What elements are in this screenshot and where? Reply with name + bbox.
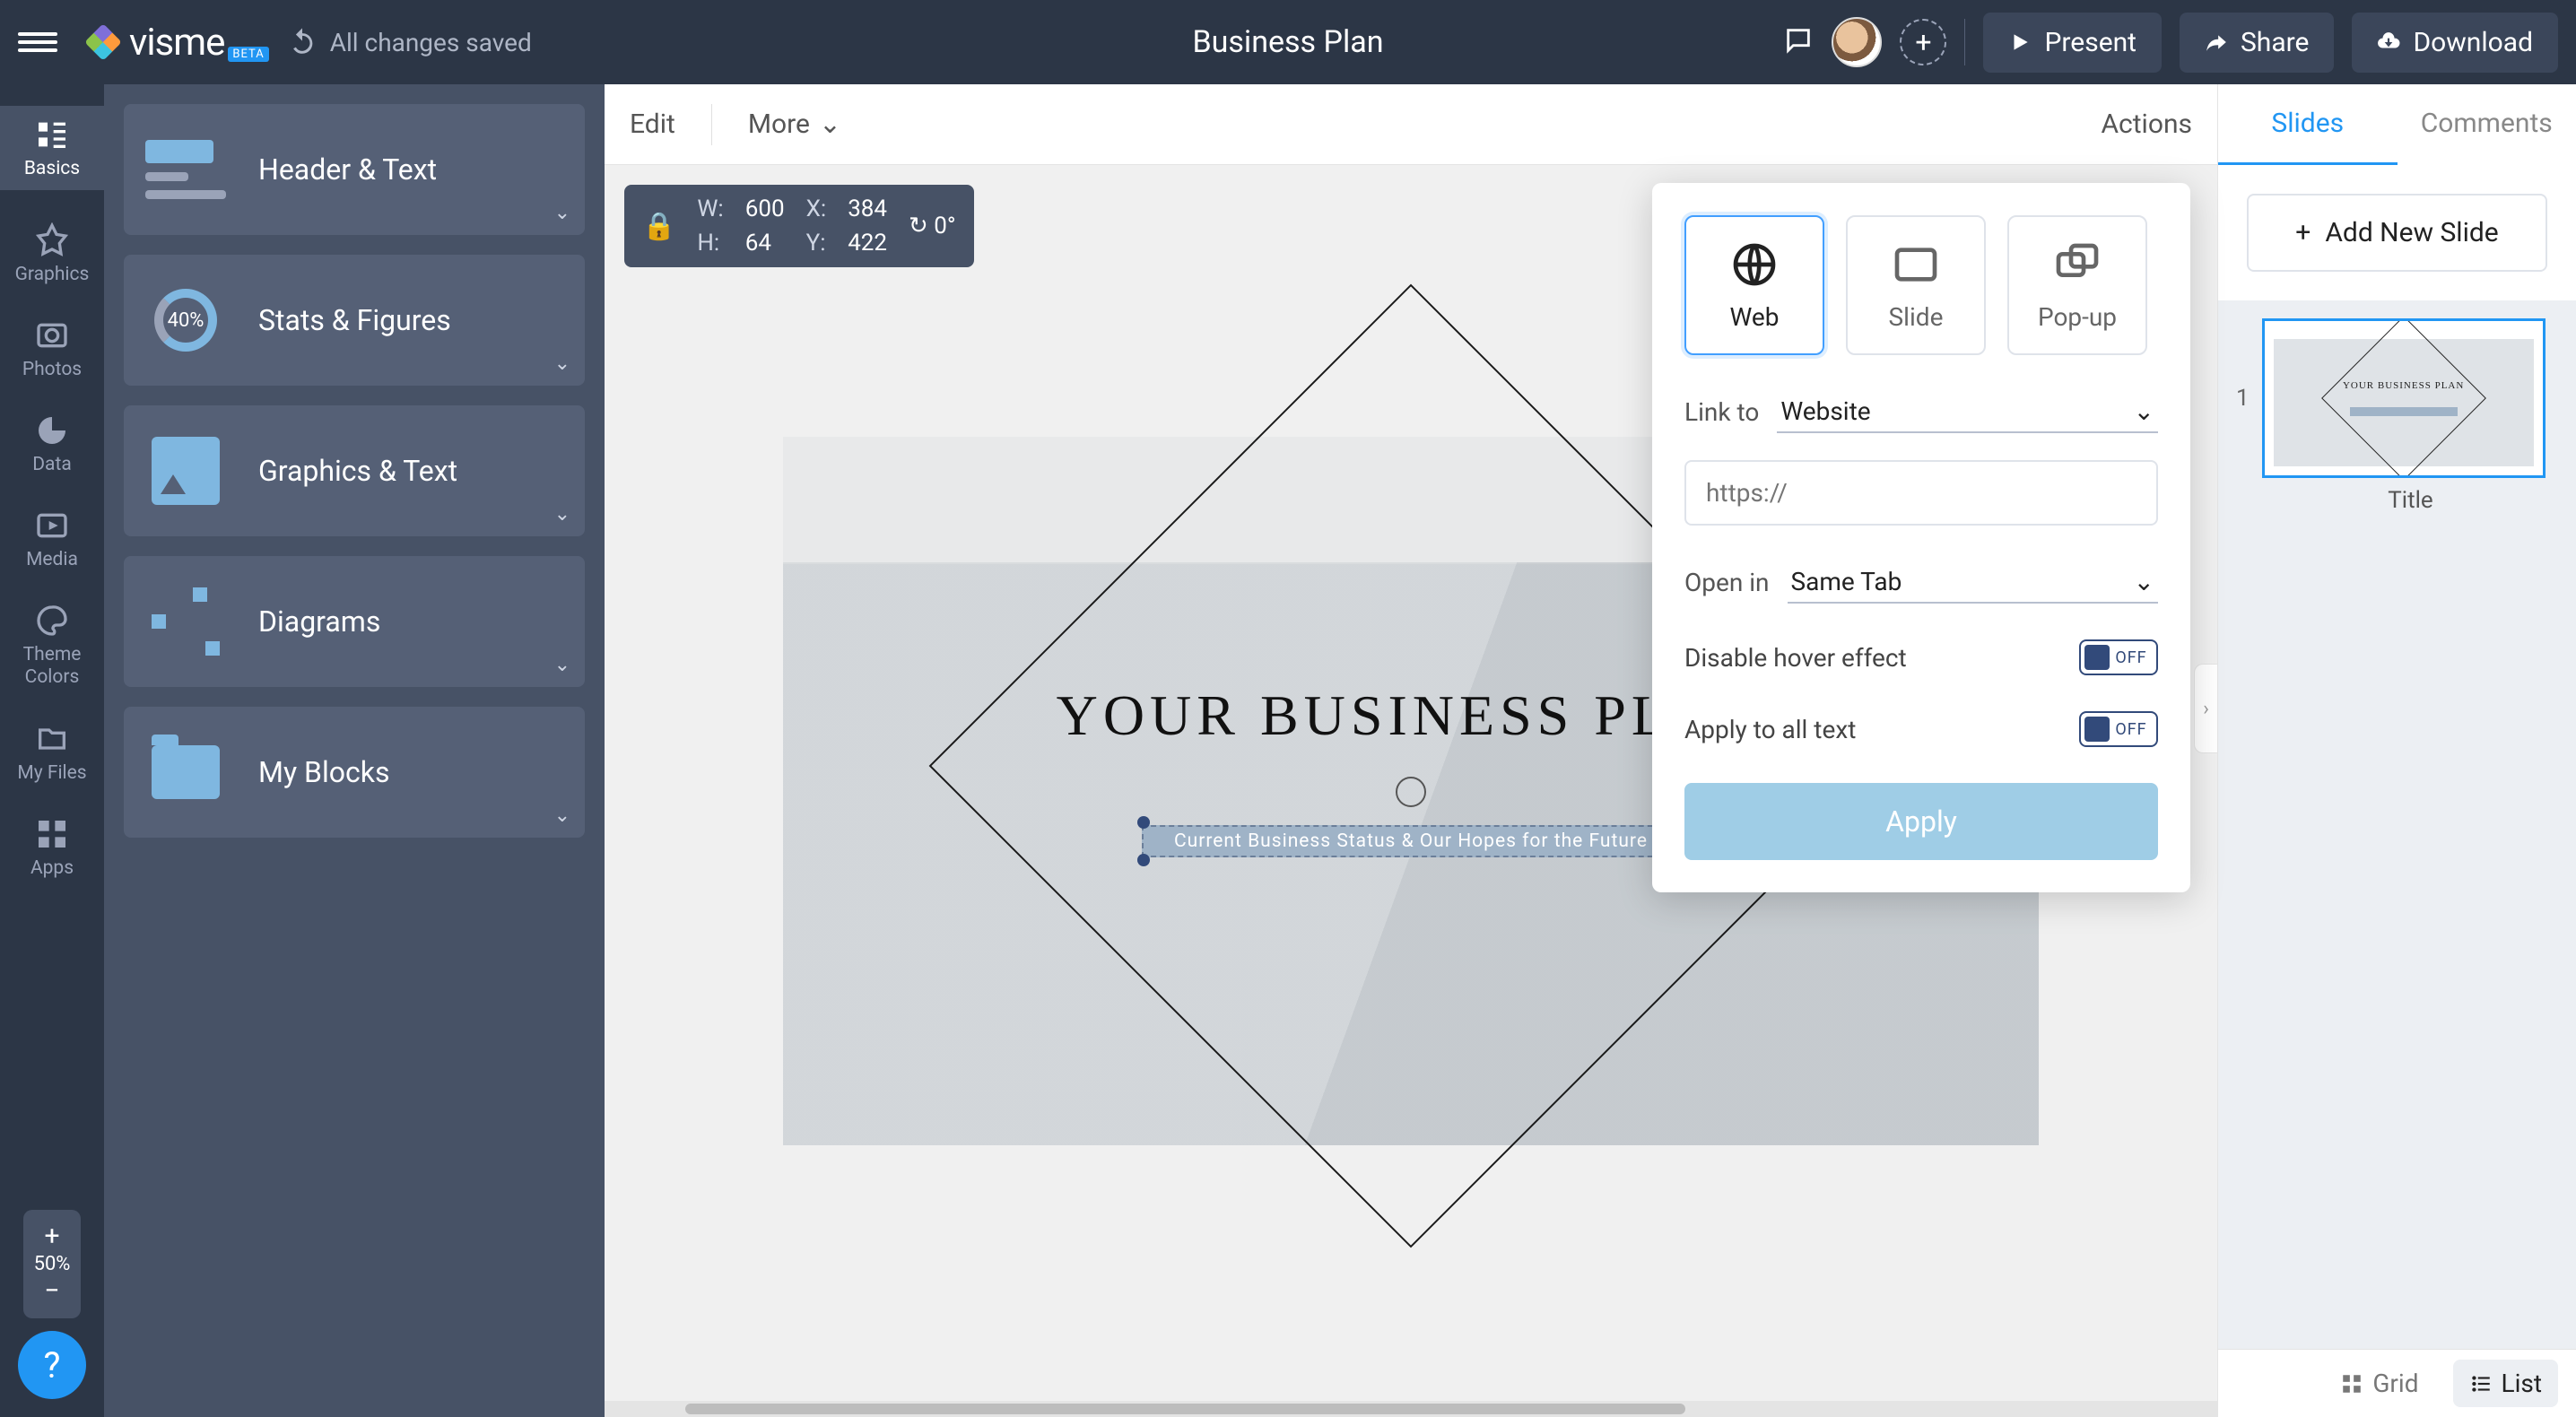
apply-all-text-toggle[interactable]: OFF bbox=[2079, 711, 2158, 747]
link-to-label: Link to bbox=[1684, 397, 1759, 427]
rotate-handle-icon[interactable] bbox=[1396, 777, 1426, 807]
chevron-down-icon: ⌄ bbox=[554, 352, 570, 375]
disable-hover-label: Disable hover effect bbox=[1684, 643, 1907, 673]
chevron-down-icon: ⌄ bbox=[819, 109, 841, 140]
plus-icon: + bbox=[2295, 217, 2311, 248]
view-grid-button[interactable]: Grid bbox=[2324, 1360, 2434, 1407]
download-button[interactable]: Download bbox=[2352, 13, 2558, 73]
help-button[interactable]: ? bbox=[18, 1331, 86, 1399]
document-title[interactable]: Business Plan bbox=[1192, 24, 1383, 60]
rail-basics[interactable]: Basics bbox=[0, 106, 104, 190]
tab-slides[interactable]: Slides bbox=[2218, 84, 2398, 165]
edit-button[interactable]: Edit bbox=[630, 109, 675, 140]
chevron-down-icon: ⌄ bbox=[554, 804, 570, 827]
block-my-blocks[interactable]: My Blocks⌄ bbox=[124, 707, 585, 838]
beta-badge: BETA bbox=[228, 47, 268, 62]
slide-thumbnail[interactable]: YOUR BUSINESS PLAN bbox=[2262, 318, 2546, 478]
rail-theme-colors[interactable]: Theme Colors bbox=[0, 603, 104, 689]
mode-web[interactable]: Web bbox=[1684, 215, 1824, 355]
rail-photos[interactable]: Photos bbox=[22, 317, 82, 380]
more-dropdown[interactable]: More ⌄ bbox=[748, 109, 841, 140]
block-graphics-text[interactable]: Graphics & Text⌄ bbox=[124, 405, 585, 536]
present-button[interactable]: Present bbox=[1983, 13, 2162, 73]
url-input[interactable] bbox=[1684, 460, 2158, 526]
chevron-down-icon: ⌄ bbox=[554, 202, 570, 224]
mode-popup[interactable]: Pop-up bbox=[2007, 215, 2147, 355]
save-status: All changes saved bbox=[330, 28, 532, 57]
rail-graphics[interactable]: Graphics bbox=[15, 222, 90, 285]
block-diagrams[interactable]: Diagrams⌄ bbox=[124, 556, 585, 687]
disable-hover-toggle[interactable]: OFF bbox=[2079, 639, 2158, 675]
logo: visme BETA bbox=[84, 15, 269, 69]
zoom-out-icon[interactable]: − bbox=[44, 1275, 59, 1308]
link-to-select[interactable]: Website⌄ bbox=[1777, 391, 2158, 433]
zoom-control[interactable]: + 50% − bbox=[23, 1210, 81, 1318]
zoom-in-icon[interactable]: + bbox=[44, 1221, 59, 1253]
chevron-down-icon: ⌄ bbox=[554, 654, 570, 676]
chevron-down-icon: ⌄ bbox=[2134, 396, 2154, 426]
block-header-text[interactable]: Header & Text⌄ bbox=[124, 104, 585, 235]
actions-button[interactable]: Actions bbox=[2101, 109, 2192, 140]
chevron-down-icon: ⌄ bbox=[554, 503, 570, 526]
rail-media[interactable]: Media bbox=[26, 508, 78, 570]
logo-text: visme bbox=[129, 21, 224, 65]
menu-icon[interactable] bbox=[18, 28, 57, 57]
slide-number: 1 bbox=[2236, 385, 2250, 412]
actions-popover: Web Slide Pop-up Link to Website⌄ Open i… bbox=[1652, 183, 2190, 892]
rail-data[interactable]: Data bbox=[32, 413, 72, 475]
apply-all-text-label: Apply to all text bbox=[1684, 715, 1856, 744]
avatar[interactable] bbox=[1832, 17, 1882, 67]
comment-icon[interactable] bbox=[1783, 25, 1814, 59]
add-slide-button[interactable]: +Add New Slide bbox=[2247, 194, 2547, 272]
slide-title-label[interactable]: Title bbox=[2263, 487, 2558, 514]
rail-my-files[interactable]: My Files bbox=[17, 721, 86, 784]
add-user-button[interactable]: + bbox=[1900, 19, 1946, 65]
tab-comments[interactable]: Comments bbox=[2398, 84, 2576, 165]
selected-text-element[interactable]: Current Business Status & Our Hopes for … bbox=[1142, 825, 1680, 857]
block-stats-figures[interactable]: 40%Stats & Figures⌄ bbox=[124, 255, 585, 386]
rail-apps[interactable]: Apps bbox=[30, 816, 74, 879]
share-button[interactable]: Share bbox=[2180, 13, 2334, 73]
open-in-select[interactable]: Same Tab⌄ bbox=[1788, 561, 2158, 604]
apply-button[interactable]: Apply bbox=[1684, 783, 2158, 860]
horizontal-scrollbar[interactable] bbox=[605, 1401, 2217, 1417]
slide-subtitle[interactable]: Current Business Status & Our Hopes for … bbox=[1144, 827, 1678, 856]
undo-icon[interactable] bbox=[287, 27, 318, 57]
zoom-level: 50% bbox=[34, 1253, 71, 1275]
collapse-panel-button[interactable]: › bbox=[2194, 664, 2217, 753]
view-list-button[interactable]: List bbox=[2453, 1360, 2559, 1407]
chevron-down-icon: ⌄ bbox=[2134, 567, 2154, 596]
mode-slide[interactable]: Slide bbox=[1846, 215, 1986, 355]
open-in-label: Open in bbox=[1684, 568, 1770, 597]
